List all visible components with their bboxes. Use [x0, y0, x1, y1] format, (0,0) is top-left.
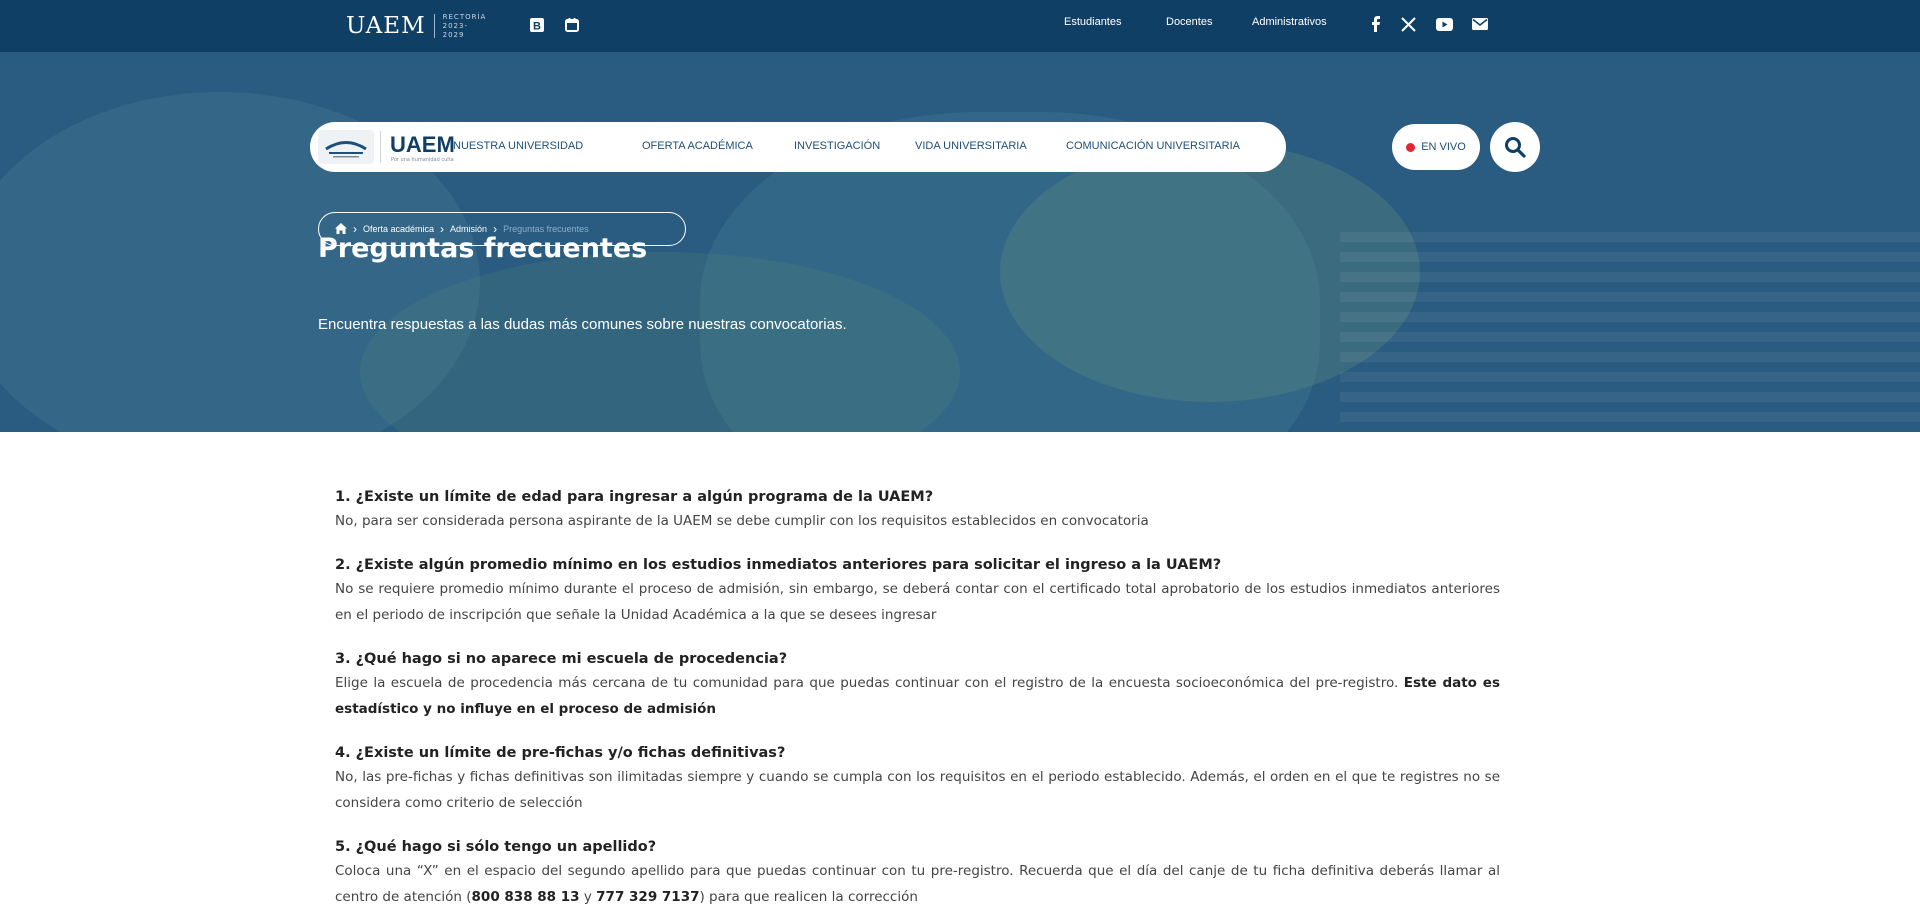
- logo-tagline: Por una humanidad culta: [391, 157, 454, 163]
- faq-answer: No, para ser considerada persona aspiran…: [335, 513, 1149, 529]
- live-dot-icon: [1406, 142, 1416, 152]
- search-button[interactable]: [1490, 122, 1540, 172]
- svg-text:B: B: [533, 21, 541, 33]
- menu-oferta-academica[interactable]: OFERTA ACADÉMICA: [642, 140, 753, 152]
- menu-vida-universitaria[interactable]: VIDA UNIVERSITARIA: [915, 140, 1027, 152]
- phone-number[interactable]: 777 329 7137: [596, 889, 699, 905]
- link-estudiantes[interactable]: Estudiantes: [1064, 16, 1121, 28]
- main-navigation: UAEM Por una humanidad culta NUESTRA UNI…: [310, 122, 1286, 172]
- live-button[interactable]: EN VIVO: [1392, 124, 1480, 170]
- top-utility-bar: UAEM RECTORÍA 2023-2029 B Estudiantes Do…: [0, 0, 1920, 52]
- logo-divider: [380, 131, 381, 163]
- faq-item-1: 1. ¿Existe un límite de edad para ingres…: [335, 486, 1500, 534]
- phone-number[interactable]: 800 838 88 13: [472, 889, 580, 905]
- faq-item-5: 5. ¿Qué hago si sólo tengo un apellido? …: [335, 836, 1500, 906]
- faq-answer-text: Elige la escuela de procedencia más cerc…: [335, 675, 1399, 691]
- faq-answer-text: y: [579, 889, 597, 905]
- faq-item-3: 3. ¿Qué hago si no aparece mi escuela de…: [335, 648, 1500, 722]
- brand-subtitle: RECTORÍA 2023-2029: [442, 12, 487, 39]
- faq-question: 2. ¿Existe algún promedio mínimo en los …: [335, 557, 1222, 573]
- bold-b-icon[interactable]: B: [527, 15, 547, 35]
- mail-icon[interactable]: [1470, 14, 1490, 34]
- link-docentes[interactable]: Docentes: [1166, 16, 1212, 28]
- brand-logo[interactable]: UAEM RECTORÍA 2023-2029: [346, 10, 487, 42]
- faq-item-4: 4. ¿Existe un límite de pre-fichas y/o f…: [335, 742, 1500, 816]
- live-label: EN VIVO: [1421, 141, 1466, 153]
- logo-wordmark[interactable]: UAEM: [390, 132, 455, 158]
- search-icon: [1505, 137, 1526, 158]
- youtube-icon[interactable]: [1434, 14, 1454, 34]
- faq-answer: Coloca una “X” en el espacio del segundo…: [335, 858, 1500, 906]
- faq-question: 1. ¿Existe un límite de edad para ingres…: [335, 489, 934, 505]
- menu-comunicacion-universitaria[interactable]: COMUNICACIÓN UNIVERSITARIA: [1066, 140, 1240, 152]
- faq-answer: No se requiere promedio mínimo durante e…: [335, 581, 1500, 623]
- faq-question: 4. ¿Existe un límite de pre-fichas y/o f…: [335, 745, 786, 761]
- page-description: Encuentra respuestas a las dudas más com…: [318, 316, 847, 333]
- page-title: Preguntas frecuentes: [318, 233, 648, 264]
- brand-divider: [433, 14, 435, 38]
- menu-investigacion[interactable]: INVESTIGACIÓN: [794, 140, 880, 152]
- faq-answer: Elige la escuela de procedencia más cerc…: [335, 670, 1500, 722]
- hero-stripes: [1340, 232, 1920, 432]
- faq-item-2: 2. ¿Existe algún promedio mínimo en los …: [335, 554, 1500, 628]
- faq-question: 5. ¿Qué hago si sólo tengo un apellido?: [335, 839, 657, 855]
- faq-answer: No, las pre-fichas y fichas definitivas …: [335, 769, 1500, 811]
- calendar-icon[interactable]: [562, 15, 582, 35]
- x-icon[interactable]: [1398, 14, 1418, 34]
- menu-nuestra-universidad[interactable]: NUESTRA UNIVERSIDAD: [453, 140, 583, 152]
- university-seal-icon[interactable]: [318, 130, 374, 164]
- hero-banner: UAEM Por una humanidad culta NUESTRA UNI…: [0, 52, 1920, 432]
- faq-question: 3. ¿Qué hago si no aparece mi escuela de…: [335, 651, 788, 667]
- faq-answer-text: ) para que realicen la corrección: [699, 889, 918, 905]
- link-administrativos[interactable]: Administrativos: [1252, 16, 1327, 28]
- facebook-icon[interactable]: [1366, 14, 1386, 34]
- brand-name: UAEM: [346, 13, 426, 39]
